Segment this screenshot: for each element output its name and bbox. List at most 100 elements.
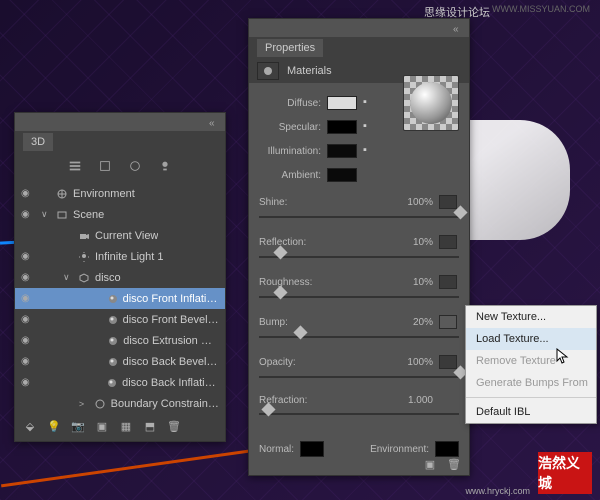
slider-track[interactable]: [259, 408, 459, 420]
tree-item-label: disco Back Inflation Material: [122, 377, 219, 389]
tree-row[interactable]: Infinite Light 1: [15, 246, 225, 267]
disclosure-icon[interactable]: ∨: [41, 209, 51, 220]
context-menu-item[interactable]: Default IBL: [466, 401, 596, 423]
menu-separator: [466, 397, 596, 398]
watermark-url-bottom: www.hryckj.com: [465, 486, 530, 496]
env-icon: [55, 187, 69, 201]
disclosure-icon[interactable]: >: [79, 399, 89, 409]
tree-row[interactable]: ∨ disco: [15, 267, 225, 288]
disclosure-icon[interactable]: ∨: [63, 272, 73, 283]
normal-swatch[interactable]: [300, 441, 324, 457]
texture-map-button[interactable]: [439, 235, 457, 249]
color-swatch[interactable]: [327, 96, 357, 110]
light-icon[interactable]: 💡: [47, 419, 61, 433]
tree-row[interactable]: disco Front Inflation Mat...: [15, 288, 225, 309]
toolbar-3d-filters: [15, 153, 225, 179]
tree-item-label: disco Front Inflation Mat...: [123, 293, 219, 305]
slider-value[interactable]: 10%: [395, 277, 433, 288]
camera-icon[interactable]: 📷: [71, 419, 85, 433]
add-icon[interactable]: ⬒: [143, 419, 157, 433]
slider-label: Opacity:: [259, 357, 296, 368]
scene-icon[interactable]: ⬙: [23, 419, 37, 433]
visibility-eye-icon[interactable]: [21, 292, 35, 306]
color-swatch[interactable]: [327, 168, 357, 182]
visibility-eye-icon[interactable]: [21, 250, 35, 264]
tree-item-label: disco: [95, 272, 121, 284]
slider-track[interactable]: [259, 251, 459, 263]
tab-properties[interactable]: Properties: [257, 39, 323, 57]
context-menu-item[interactable]: Load Texture...: [466, 328, 596, 350]
visibility-eye-icon[interactable]: [21, 208, 35, 222]
slider-value[interactable]: 10%: [395, 237, 433, 248]
mat-icon: [107, 334, 119, 348]
new-doc-icon[interactable]: ▣: [423, 457, 437, 471]
context-menu-item: Remove Texture: [466, 350, 596, 372]
tree-row[interactable]: disco Back Bevel Material: [15, 351, 225, 372]
texture-map-button[interactable]: [439, 315, 457, 329]
section-title: Materials: [287, 65, 332, 77]
visibility-eye-icon[interactable]: [21, 355, 35, 369]
tab-3d[interactable]: 3D: [23, 133, 53, 151]
slider-track[interactable]: [259, 331, 459, 343]
scene-tree[interactable]: Environment ∨ Scene Current ViewInfinite Li…: [15, 179, 225, 429]
texture-map-button[interactable]: [439, 355, 457, 369]
slider-value[interactable]: 100%: [395, 357, 433, 368]
mat-icon: [107, 313, 119, 327]
slider-label: Reflection:: [259, 237, 306, 248]
slider-label: Bump:: [259, 317, 288, 328]
panel-3d-header[interactable]: [15, 113, 225, 131]
mesh-icon: [77, 271, 91, 285]
tree-row[interactable]: disco Extrusion Material: [15, 330, 225, 351]
visibility-eye-icon[interactable]: [21, 187, 35, 201]
mesh-icon[interactable]: ▣: [95, 419, 109, 433]
texture-map-button[interactable]: [439, 275, 457, 289]
collapse-icon[interactable]: [209, 117, 219, 127]
filter-all-icon[interactable]: [68, 159, 82, 173]
tree-row[interactable]: ∨ Scene: [15, 204, 225, 225]
cursor-icon: [556, 348, 572, 369]
trash-icon[interactable]: 🗑: [447, 457, 461, 471]
visibility-eye-icon[interactable]: [21, 334, 35, 348]
camera-icon: [77, 229, 91, 243]
visibility-eye-icon[interactable]: [21, 271, 35, 285]
context-menu-item[interactable]: New Texture...: [466, 306, 596, 328]
slider-value[interactable]: 1.000: [395, 395, 433, 406]
slider-track[interactable]: [259, 211, 459, 223]
tab-bar-props: Properties: [249, 37, 469, 59]
tree-row[interactable]: Environment: [15, 183, 225, 204]
tree-item-label: Scene: [73, 209, 104, 221]
color-swatch[interactable]: [327, 144, 357, 158]
visibility-eye-icon[interactable]: [21, 376, 35, 390]
tree-row[interactable]: disco Back Inflation Material: [15, 372, 225, 393]
tree-row[interactable]: Current View: [15, 225, 225, 246]
filter-material-icon[interactable]: [128, 159, 142, 173]
slider-value[interactable]: 20%: [395, 317, 433, 328]
filter-light-icon[interactable]: [158, 159, 172, 173]
color-swatch[interactable]: [327, 120, 357, 134]
slider-label: Shine:: [259, 197, 287, 208]
collapse-icon[interactable]: [453, 23, 463, 33]
texture-map-button[interactable]: [439, 195, 457, 209]
environment-swatch[interactable]: [435, 441, 459, 457]
map-icon[interactable]: ▪: [363, 120, 377, 134]
tree-row[interactable]: disco Front Bevel Material: [15, 309, 225, 330]
render-icon[interactable]: ▦: [119, 419, 133, 433]
color-label: Illumination:: [259, 146, 321, 157]
mat-icon: [106, 376, 118, 390]
slider-track[interactable]: [259, 291, 459, 303]
map-icon[interactable]: ▪: [363, 96, 377, 110]
filter-mesh-icon[interactable]: [98, 159, 112, 173]
visibility-eye-icon[interactable]: [21, 313, 35, 327]
panel-props-header[interactable]: [249, 19, 469, 37]
panel-props-footer-icons: ▣ 🗑: [423, 457, 461, 471]
map-icon[interactable]: ▪: [363, 144, 377, 158]
panel-3d-bottom-toolbar: ⬙ 💡 📷 ▣ ▦ ⬒ 🗑: [15, 411, 225, 441]
color-label: Ambient:: [259, 170, 321, 181]
brand-logo: 浩然义城: [538, 452, 592, 494]
trash-icon[interactable]: 🗑: [167, 419, 181, 433]
texture-context-menu[interactable]: New Texture...Load Texture...Remove Text…: [465, 305, 597, 424]
slider-track[interactable]: [259, 371, 459, 383]
watermark-url-top: WWW.MISSYUAN.COM: [492, 4, 590, 14]
slider-value[interactable]: 100%: [395, 197, 433, 208]
context-menu-item: Generate Bumps From: [466, 372, 596, 394]
